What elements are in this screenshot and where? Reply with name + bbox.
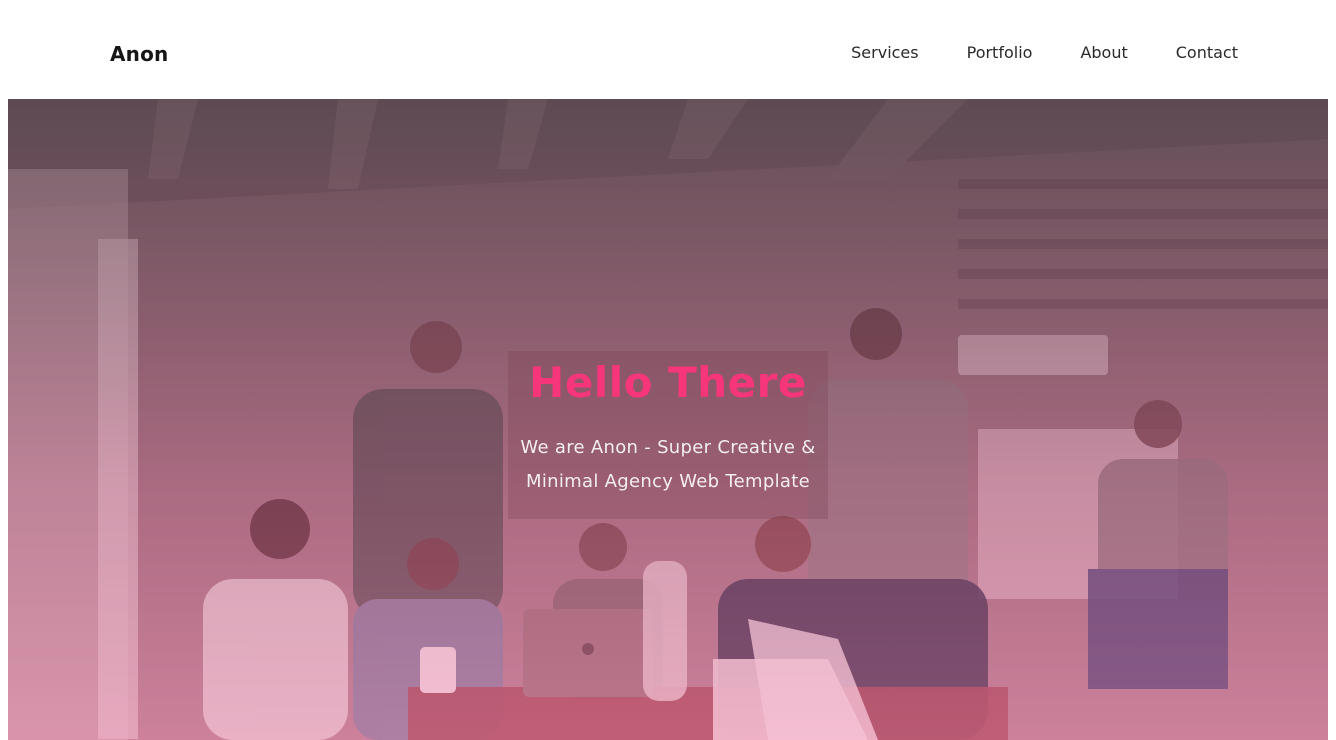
- hero-subtitle-line-1: We are Anon - Super Creative &: [520, 437, 816, 458]
- site-header: Anon Services Portfolio About Contact: [0, 0, 1336, 99]
- hero-section: Hello There We are Anon - Super Creative…: [8, 99, 1328, 740]
- nav-link-services[interactable]: Services: [851, 42, 918, 64]
- hero-subtitle-line-2: Minimal Agency Web Template: [526, 471, 810, 492]
- main-nav: Services Portfolio About Contact: [851, 42, 1238, 64]
- nav-link-portfolio[interactable]: Portfolio: [967, 42, 1033, 64]
- hero-title: Hello There: [529, 358, 807, 407]
- site-logo[interactable]: Anon: [110, 40, 169, 68]
- nav-link-about[interactable]: About: [1080, 42, 1127, 64]
- nav-link-contact[interactable]: Contact: [1176, 42, 1238, 64]
- hero-subtitle: We are Anon - Super Creative & Minimal A…: [488, 431, 848, 499]
